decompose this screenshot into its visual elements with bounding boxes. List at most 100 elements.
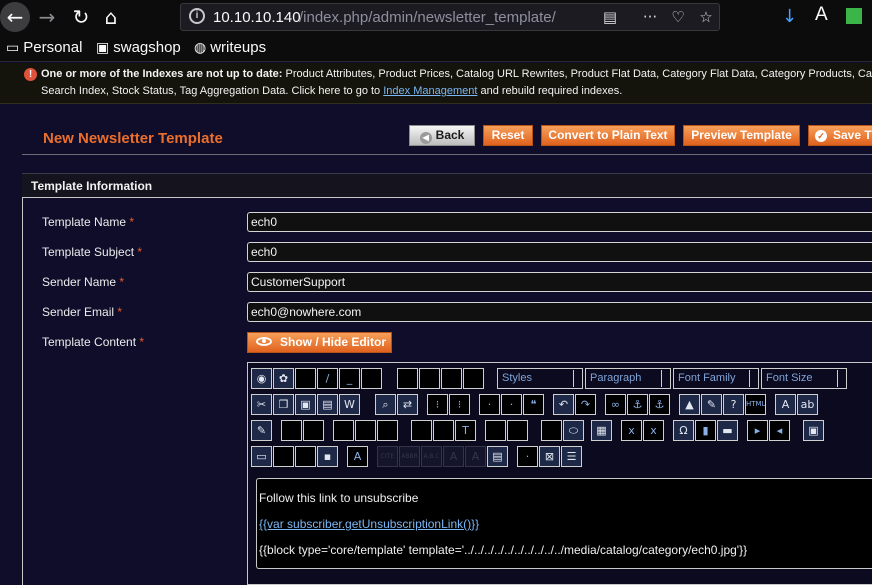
template-subject-input[interactable] [247, 242, 872, 262]
page-break-icon[interactable]: ⊠ [539, 446, 560, 467]
extension-icon[interactable] [846, 8, 862, 24]
abbr-icon[interactable]: ABBR [399, 446, 420, 467]
find-icon[interactable]: ⌕ [375, 394, 396, 415]
show-hide-editor-button[interactable]: Show / Hide Editor [247, 332, 392, 353]
insert-row-before-icon[interactable] [333, 420, 354, 441]
blockquote-icon[interactable]: ❝ [523, 394, 544, 415]
visual-aid-icon[interactable]: ▦ [591, 420, 612, 441]
image-icon[interactable]: ▲ [679, 394, 700, 415]
split-cells-icon[interactable] [485, 420, 506, 441]
special-char-icon[interactable]: Ω [673, 420, 694, 441]
fullscreen-icon[interactable]: ▣ [803, 420, 824, 441]
index-management-link[interactable]: Index Management [383, 85, 477, 97]
forward-arrow-icon[interactable]: → [34, 4, 60, 30]
bookmark-swagshop[interactable]: ▣ swagshop [96, 39, 181, 56]
delete-col-icon[interactable]: T [455, 420, 476, 441]
rule-icon[interactable]: ▬ [717, 420, 738, 441]
absolute-position-icon[interactable]: ▪ [317, 446, 338, 467]
insert-col-after-icon[interactable] [433, 420, 454, 441]
insert-col-before-icon[interactable] [411, 420, 432, 441]
numbered-list-icon[interactable]: ⁝ [449, 394, 470, 415]
reset-button[interactable]: Reset [483, 125, 533, 146]
link-icon[interactable]: ∞ [605, 394, 626, 415]
superscript-icon[interactable]: x [643, 420, 664, 441]
delete-row-icon[interactable] [377, 420, 398, 441]
align-right-icon[interactable] [441, 368, 462, 389]
edit-icon[interactable]: ✎ [251, 420, 272, 441]
row-props-icon[interactable] [303, 420, 324, 441]
ins-icon[interactable]: A [465, 446, 486, 467]
download-icon[interactable]: ↓ [782, 6, 797, 27]
insert-variable-icon[interactable]: ✿ [273, 368, 294, 389]
copy-icon[interactable]: ❐ [273, 394, 294, 415]
bookmark-personal[interactable]: ▭ Personal [6, 39, 82, 56]
paste-text-icon[interactable]: ▤ [317, 394, 338, 415]
acronym-icon[interactable]: A.B.C [421, 446, 442, 467]
background-color-icon[interactable]: ab [797, 394, 818, 415]
insert-layer-icon[interactable]: ▭ [251, 446, 272, 467]
pocket-icon[interactable]: ♡ [669, 8, 687, 26]
more-icon[interactable]: ··· [641, 8, 659, 26]
convert-plain-text-button[interactable]: Convert to Plain Text [541, 125, 675, 146]
unlink-icon[interactable]: ⚓ [627, 394, 648, 415]
anchor-icon[interactable]: ⚓ [649, 394, 670, 415]
align-justify-icon[interactable] [463, 368, 484, 389]
reader-view-icon[interactable]: ▤ [601, 8, 619, 26]
italic-icon[interactable]: / [317, 368, 338, 389]
sender-email-input[interactable] [247, 302, 872, 322]
bullet-list-icon[interactable]: ⁝ [427, 394, 448, 415]
text-color-icon[interactable]: A [775, 394, 796, 415]
paste-word-icon[interactable]: W [339, 394, 360, 415]
attribs-icon[interactable]: ▤ [487, 446, 508, 467]
table-icon[interactable] [281, 420, 302, 441]
outdent-icon[interactable]: · [479, 394, 500, 415]
template-icon[interactable]: ☰ [561, 446, 582, 467]
strikethrough-icon[interactable] [361, 368, 382, 389]
undo-icon[interactable]: ↶ [553, 394, 574, 415]
insert-row-after-icon[interactable] [355, 420, 376, 441]
media-icon[interactable]: ▮ [695, 420, 716, 441]
cleanup-icon[interactable]: ✎ [701, 394, 722, 415]
info-icon[interactable]: i [189, 8, 205, 24]
address-bar[interactable]: i 10.10.10.140 /index.php/admin/newslett… [180, 3, 720, 31]
cite-icon[interactable]: CITE [377, 446, 398, 467]
star-icon[interactable]: ☆ [697, 8, 715, 26]
back-arrow-icon[interactable]: ← [0, 2, 30, 32]
reload-icon[interactable]: ↻ [68, 4, 94, 30]
font-icon[interactable]: A [815, 4, 828, 26]
bookmark-writeups[interactable]: ◍ writeups [194, 39, 266, 56]
underline-icon[interactable]: _ [339, 368, 360, 389]
replace-icon[interactable]: ⇄ [397, 394, 418, 415]
save-template-button[interactable]: ✓ Save T [808, 125, 872, 146]
font-family-select[interactable]: Font Family [673, 368, 759, 389]
move-backward-icon[interactable] [295, 446, 316, 467]
cut-icon[interactable]: ✂ [251, 394, 272, 415]
indent-icon[interactable]: · [501, 394, 522, 415]
del-icon[interactable]: A [443, 446, 464, 467]
subscript-icon[interactable]: x [621, 420, 642, 441]
styles-select[interactable]: Styles [497, 368, 583, 389]
merge-cells-icon[interactable] [507, 420, 528, 441]
help-icon[interactable]: ? [723, 394, 744, 415]
back-button[interactable]: ◀ Back [409, 125, 475, 146]
editor-content[interactable]: Follow this link to unsubscribe {{var su… [256, 478, 872, 569]
preview-template-button[interactable]: Preview Template [683, 125, 800, 146]
sender-name-input[interactable] [247, 272, 872, 292]
font-size-select[interactable]: Font Size [761, 368, 847, 389]
paragraph-select[interactable]: Paragraph [585, 368, 671, 389]
html-source-icon[interactable]: HTML [745, 394, 766, 415]
insert-widget-icon[interactable]: ◉ [251, 368, 272, 389]
styleprops-icon[interactable]: A [347, 446, 368, 467]
paste-icon[interactable]: ▣ [295, 394, 316, 415]
rtl-icon[interactable]: ◂ [769, 420, 790, 441]
remove-format-icon[interactable]: ⬭ [563, 420, 584, 441]
ltr-icon[interactable]: ▸ [747, 420, 768, 441]
bold-icon[interactable] [295, 368, 316, 389]
align-center-icon[interactable] [419, 368, 440, 389]
move-forward-icon[interactable] [273, 446, 294, 467]
unsubscribe-link[interactable]: {{var subscriber.getUnsubscriptionLink()… [259, 517, 479, 531]
template-name-input[interactable] [247, 212, 872, 232]
horizontal-rule-icon[interactable] [541, 420, 562, 441]
nonbreaking-icon[interactable]: · [517, 446, 538, 467]
home-icon[interactable]: ⌂ [98, 4, 124, 30]
